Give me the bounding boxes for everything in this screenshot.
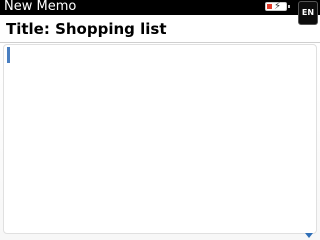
app-title: New Memo [4, 0, 77, 14]
charging-bolt-icon: ⚡ [274, 1, 282, 12]
battery-nub [288, 5, 290, 8]
memo-body-input[interactable] [3, 44, 317, 234]
chevron-down-icon[interactable] [305, 233, 313, 238]
memo-body-area [0, 43, 320, 240]
memo-screen: New Memo ⚡ EN Title: Shopping list [0, 0, 320, 240]
status-bar: New Memo ⚡ [0, 0, 320, 15]
text-cursor [7, 47, 10, 63]
title-field[interactable]: Title: Shopping list [0, 15, 296, 42]
title-field-text: Title: Shopping list [6, 20, 167, 38]
battery-icon: ⚡ [265, 1, 290, 12]
battery-level-fill [267, 4, 272, 9]
language-indicator[interactable]: EN [298, 1, 318, 25]
